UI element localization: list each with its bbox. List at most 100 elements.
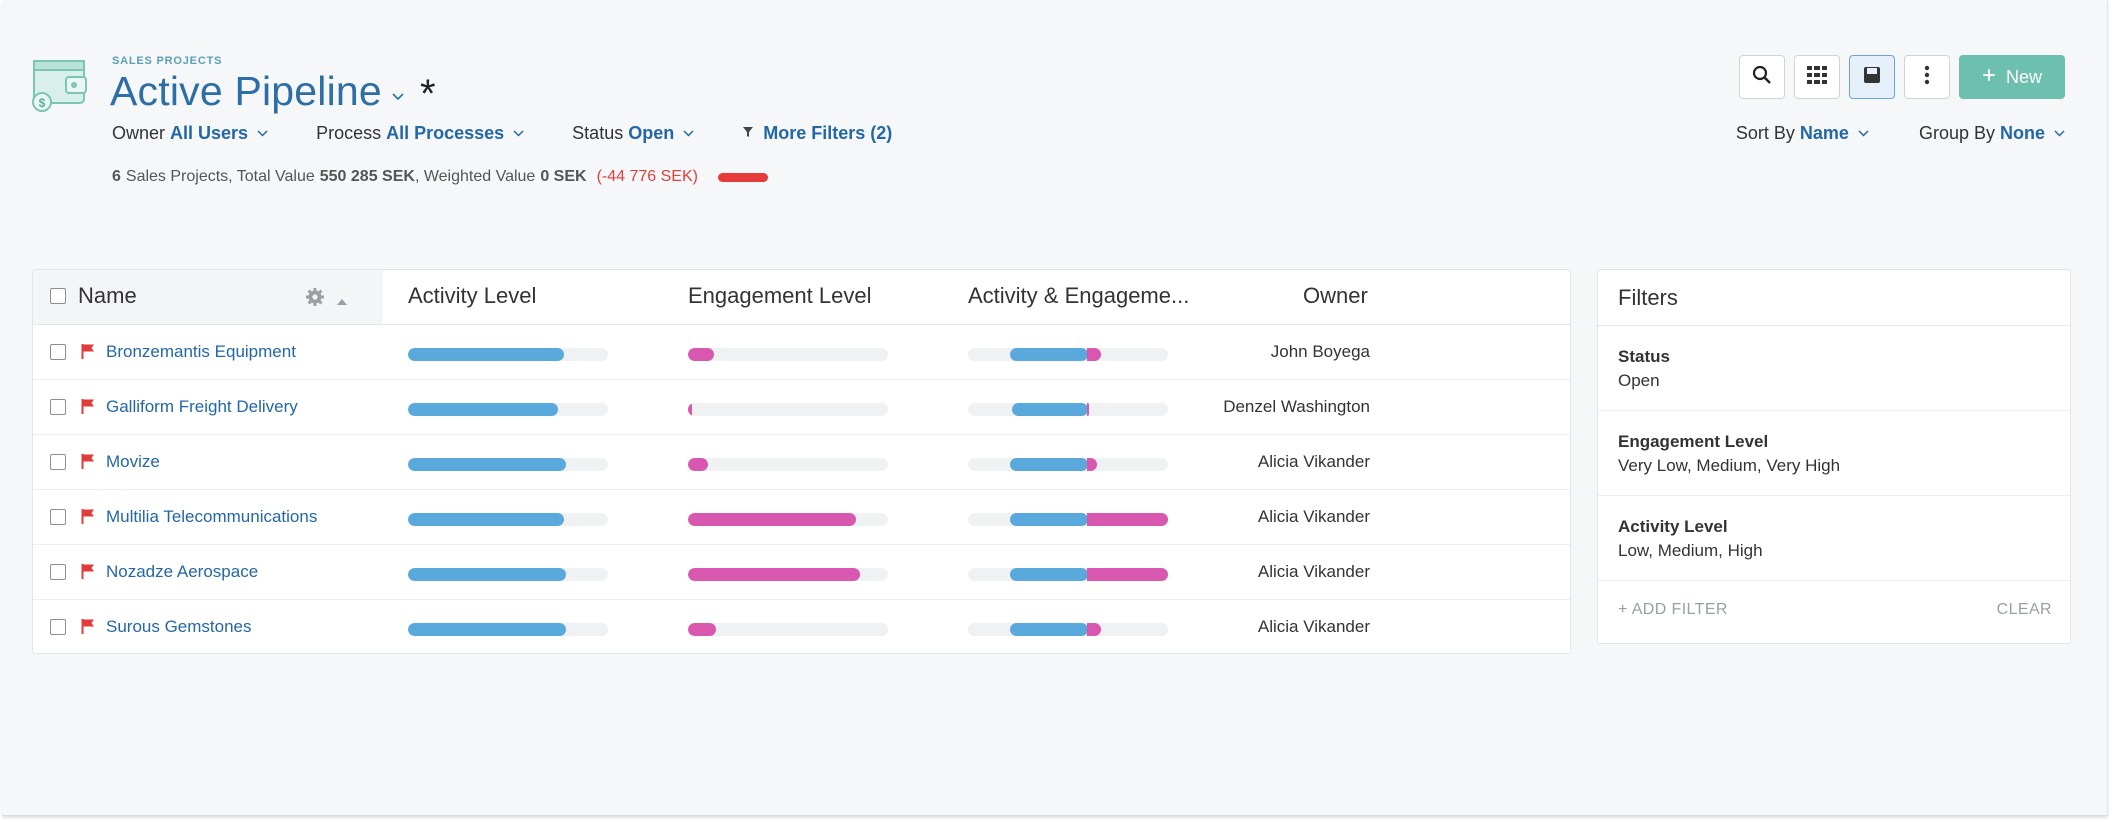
process-filter-label: Process bbox=[316, 123, 382, 143]
engagement-level-fill bbox=[688, 568, 860, 581]
plus-icon: + bbox=[1981, 62, 1996, 89]
table-body: Bronzemantis Equipment John Boyega Gallifo… bbox=[33, 325, 1570, 655]
owner-name[interactable]: Alicia Vikander bbox=[1258, 507, 1370, 527]
filter-section-label: Engagement Level bbox=[1618, 432, 1769, 451]
engagement-level-fill bbox=[688, 623, 716, 636]
combined-activity-fill bbox=[1010, 513, 1088, 526]
engagement-level-fill bbox=[688, 403, 692, 416]
sort-by-dropdown[interactable]: Sort By Name bbox=[1736, 123, 1869, 144]
project-name-link[interactable]: Movize bbox=[106, 452, 160, 472]
row-checkbox[interactable] bbox=[50, 344, 66, 360]
activity-level-fill bbox=[408, 348, 564, 361]
owner-name[interactable]: Alicia Vikander bbox=[1258, 617, 1370, 637]
status-filter-value: Open bbox=[628, 123, 675, 143]
activity-level-bar bbox=[408, 458, 608, 471]
owner-name[interactable]: Alicia Vikander bbox=[1258, 562, 1370, 582]
combined-activity-fill bbox=[1010, 348, 1088, 361]
chevron-down-icon[interactable] bbox=[392, 88, 404, 106]
project-name-link[interactable]: Nozadze Aerospace bbox=[106, 562, 258, 582]
status-filter[interactable]: Status Open bbox=[572, 123, 694, 144]
weighted-value: 0 SEK bbox=[540, 168, 587, 185]
activity-engagement-bar bbox=[968, 568, 1168, 581]
activity-engagement-bar bbox=[968, 623, 1168, 636]
combined-engagement-fill bbox=[1087, 458, 1097, 471]
row-checkbox[interactable] bbox=[50, 509, 66, 525]
project-name-link[interactable]: Galliform Freight Delivery bbox=[106, 397, 298, 417]
table-row[interactable]: Bronzemantis Equipment John Boyega bbox=[33, 325, 1570, 380]
filters-panel: Filters Status Open Engagement Level Ver… bbox=[1597, 269, 2071, 644]
new-button[interactable]: + New bbox=[1959, 55, 2065, 99]
column-header-owner[interactable]: Owner bbox=[1303, 283, 1368, 309]
table-row[interactable]: Galliform Freight Delivery Denzel Washing… bbox=[33, 380, 1570, 435]
add-filter-button[interactable]: + ADD FILTER bbox=[1618, 601, 1728, 619]
row-checkbox[interactable] bbox=[50, 399, 66, 415]
total-value: 550 285 SEK bbox=[319, 168, 415, 185]
combined-activity-fill bbox=[1010, 568, 1088, 581]
combined-engagement-fill bbox=[1087, 623, 1101, 636]
table-row[interactable]: Movize Alicia Vikander bbox=[33, 435, 1570, 490]
flag-icon bbox=[81, 618, 95, 640]
process-filter-value: All Processes bbox=[386, 123, 505, 143]
sort-by-value: Name bbox=[1799, 123, 1849, 143]
chevron-down-icon bbox=[683, 128, 694, 140]
filter-section-status[interactable]: Status Open bbox=[1598, 326, 2070, 411]
gear-icon[interactable] bbox=[305, 287, 325, 312]
filter-bar: Owner All Users Process All Processes St… bbox=[112, 123, 940, 144]
select-all-checkbox[interactable] bbox=[50, 288, 66, 304]
activity-level-fill bbox=[408, 623, 566, 636]
search-icon bbox=[1752, 65, 1772, 90]
sort-ascending-icon[interactable] bbox=[336, 293, 348, 311]
engagement-level-bar bbox=[688, 403, 888, 416]
process-filter[interactable]: Process All Processes bbox=[316, 123, 524, 144]
table-row[interactable]: Surous Gemstones Alicia Vikander bbox=[33, 600, 1570, 655]
row-checkbox[interactable] bbox=[50, 454, 66, 470]
unsaved-indicator: * bbox=[419, 72, 436, 116]
engagement-level-fill bbox=[688, 458, 708, 471]
table-row[interactable]: Multilia Telecommunications Alicia Vikand… bbox=[33, 490, 1570, 545]
flag-icon bbox=[81, 398, 95, 420]
new-button-label: New bbox=[2006, 66, 2043, 87]
filter-section-engagement[interactable]: Engagement Level Very Low, Medium, Very … bbox=[1598, 411, 2070, 496]
filter-section-value: Very Low, Medium, Very High bbox=[1618, 456, 1841, 475]
filter-section-label: Status bbox=[1618, 347, 1670, 366]
owner-name[interactable]: Alicia Vikander bbox=[1258, 452, 1370, 472]
filter-section-activity[interactable]: Activity Level Low, Medium, High bbox=[1598, 496, 2070, 581]
more-options-button[interactable] bbox=[1904, 55, 1950, 99]
filter-section-value: Low, Medium, High bbox=[1618, 541, 1763, 560]
summary-weighted-text: , Weighted Value bbox=[414, 168, 536, 185]
group-by-dropdown[interactable]: Group By None bbox=[1919, 123, 2065, 144]
column-header-name[interactable]: Name bbox=[78, 283, 137, 309]
row-checkbox[interactable] bbox=[50, 619, 66, 635]
grid-icon bbox=[1807, 65, 1827, 89]
grid-view-button[interactable] bbox=[1794, 55, 1840, 99]
column-header-activity[interactable]: Activity Level bbox=[408, 283, 536, 309]
search-button[interactable] bbox=[1739, 55, 1785, 99]
combined-engagement-fill bbox=[1087, 568, 1168, 581]
engagement-level-fill bbox=[688, 513, 856, 526]
project-name-link[interactable]: Multilia Telecommunications bbox=[106, 507, 317, 527]
toolbar: + New bbox=[1730, 55, 2065, 99]
chevron-down-icon bbox=[513, 128, 524, 140]
column-header-combined[interactable]: Activity & Engageme... bbox=[968, 283, 1189, 309]
clear-filters-button[interactable]: CLEAR bbox=[1997, 601, 2052, 619]
owner-name[interactable]: John Boyega bbox=[1271, 342, 1370, 362]
owner-name[interactable]: Denzel Washington bbox=[1223, 397, 1370, 417]
more-filters-button[interactable]: More Filters (2) bbox=[742, 123, 892, 144]
activity-level-bar bbox=[408, 403, 608, 416]
row-checkbox[interactable] bbox=[50, 564, 66, 580]
combined-activity-fill bbox=[1010, 623, 1088, 636]
flag-icon bbox=[81, 343, 95, 365]
save-view-button[interactable] bbox=[1849, 55, 1895, 99]
page-title[interactable]: Active Pipeline bbox=[110, 68, 382, 115]
owner-filter-label: Owner bbox=[112, 123, 166, 143]
chevron-down-icon bbox=[257, 128, 268, 140]
project-name-link[interactable]: Bronzemantis Equipment bbox=[106, 342, 296, 362]
more-vertical-icon bbox=[1924, 65, 1930, 90]
summary-line: 6 Sales Projects, Total Value 550 285 SE… bbox=[112, 168, 768, 186]
table-header: Name Activity Level Engagement Level Act… bbox=[33, 270, 1570, 325]
activity-level-bar bbox=[408, 623, 608, 636]
project-name-link[interactable]: Surous Gemstones bbox=[106, 617, 252, 637]
table-row[interactable]: Nozadze Aerospace Alicia Vikander bbox=[33, 545, 1570, 600]
owner-filter[interactable]: Owner All Users bbox=[112, 123, 268, 144]
column-header-engagement[interactable]: Engagement Level bbox=[688, 283, 871, 309]
